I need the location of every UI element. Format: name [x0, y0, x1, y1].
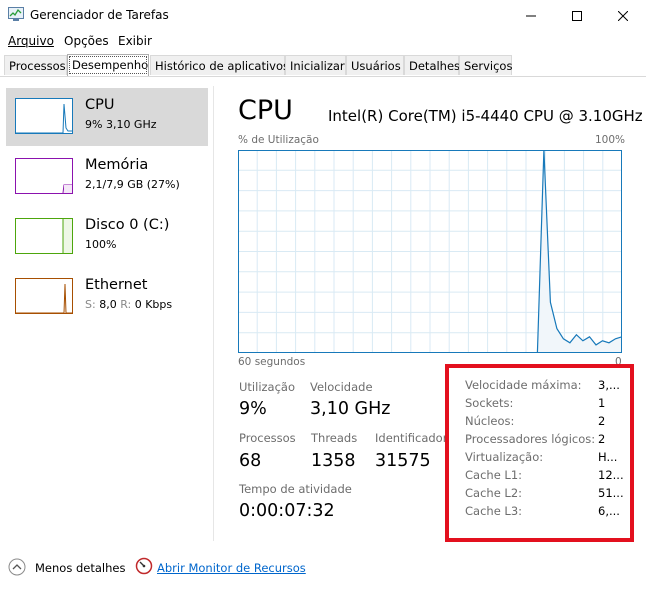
sidebar-cpu-sub: 9% 3,10 GHz — [85, 118, 157, 131]
stat-threads-label: Threads — [311, 431, 358, 445]
ethernet-thumbnail-graph — [15, 278, 73, 314]
chevron-up-icon[interactable] — [8, 558, 26, 576]
stat-tempo-value: 0:00:07:32 — [239, 501, 335, 521]
less-details-button[interactable]: Menos detalhes — [35, 561, 125, 575]
menu-exibir[interactable]: Exibir — [118, 34, 152, 48]
sidebar-ethernet-title: Ethernet — [85, 277, 148, 293]
sidebar-divider — [213, 86, 214, 541]
ethernet-send-label: S: — [85, 298, 96, 311]
ethernet-receive-label: R: — [120, 298, 132, 311]
maximize-button[interactable] — [554, 0, 600, 31]
stat-utilizacao-label: Utilização — [239, 380, 296, 394]
minimize-icon — [526, 15, 536, 16]
task-manager-icon — [8, 7, 24, 21]
sidebar-disco-title: Disco 0 (C:) — [85, 217, 170, 233]
graph-grid — [238, 150, 622, 353]
window-title: Gerenciador de Tarefas — [30, 8, 169, 22]
sidebar: CPU 9% 3,10 GHz Memória 2,1/7,9 GB (27%)… — [0, 86, 212, 526]
page-title: CPU — [238, 95, 293, 126]
cpu-utilization-graph — [238, 150, 622, 353]
sidebar-item-ethernet[interactable]: Ethernet S: 8,0 R: 0 Kbps — [6, 268, 208, 326]
stat-tempo-label: Tempo de atividade — [239, 482, 352, 496]
stat-processos-value: 68 — [239, 451, 262, 471]
tab-inicializar[interactable]: Inicializar — [285, 55, 346, 75]
close-icon — [618, 10, 628, 21]
stat-threads-value: 1358 — [311, 451, 356, 471]
tab-desempenho[interactable]: Desempenho — [67, 54, 149, 76]
tab-bar: Processos Desempenho Histórico de aplica… — [0, 54, 646, 77]
tab-detalhes[interactable]: Detalhes — [404, 55, 460, 75]
ethernet-send-value: 8,0 — [99, 298, 117, 311]
menu-bar: Arquivo Opções Exibir — [0, 31, 646, 51]
stat-identificadores-value: 31575 — [375, 451, 431, 471]
sidebar-cpu-title: CPU — [85, 97, 115, 113]
graph-label-time: 60 segundos — [238, 356, 306, 368]
menu-opcoes[interactable]: Opções — [64, 34, 109, 48]
sidebar-memoria-title: Memória — [85, 157, 149, 173]
title-bar[interactable]: Gerenciador de Tarefas — [0, 0, 646, 31]
stat-utilizacao-value: 9% — [239, 399, 267, 419]
tab-processos[interactable]: Processos — [4, 55, 67, 75]
stat-processos-label: Processos — [239, 431, 296, 445]
tab-servicos[interactable]: Serviços — [459, 55, 512, 75]
disk-thumbnail-graph — [15, 218, 73, 254]
stat-identificadores-label: Identificadores — [375, 431, 445, 445]
graph-label-max: 100% — [595, 134, 626, 146]
sidebar-item-cpu[interactable]: CPU 9% 3,10 GHz — [6, 88, 208, 146]
stat-velocidade-value: 3,10 GHz — [310, 399, 391, 419]
sidebar-item-memoria[interactable]: Memória 2,1/7,9 GB (27%) — [6, 148, 208, 206]
stat-velocidade-label: Velocidade — [310, 380, 373, 394]
minimize-button[interactable] — [508, 0, 554, 31]
close-button[interactable] — [600, 0, 646, 31]
ethernet-receive-value: 0 Kbps — [134, 298, 173, 311]
resource-monitor-link[interactable]: Abrir Monitor de Recursos — [157, 561, 306, 575]
sidebar-item-disco[interactable]: Disco 0 (C:) 100% — [6, 208, 208, 266]
sidebar-memoria-sub: 2,1/7,9 GB (27%) — [85, 178, 180, 191]
cpu-thumbnail-graph — [15, 98, 73, 134]
sidebar-ethernet-sub: S: 8,0 R: 0 Kbps — [85, 298, 172, 311]
menu-arquivo[interactable]: Arquivo — [8, 34, 54, 48]
tab-usuarios[interactable]: Usuários — [346, 55, 404, 75]
maximize-icon — [572, 10, 582, 21]
resource-monitor-icon — [135, 557, 153, 575]
graph-label-utilization: % de Utilização — [238, 134, 319, 146]
sidebar-disco-sub: 100% — [85, 238, 117, 251]
highlight-box — [445, 364, 634, 542]
tab-historico[interactable]: Histórico de aplicativos — [150, 55, 289, 75]
cpu-model: Intel(R) Core(TM) i5-4440 CPU @ 3.10GHz — [328, 107, 643, 125]
memory-thumbnail-graph — [15, 158, 73, 194]
